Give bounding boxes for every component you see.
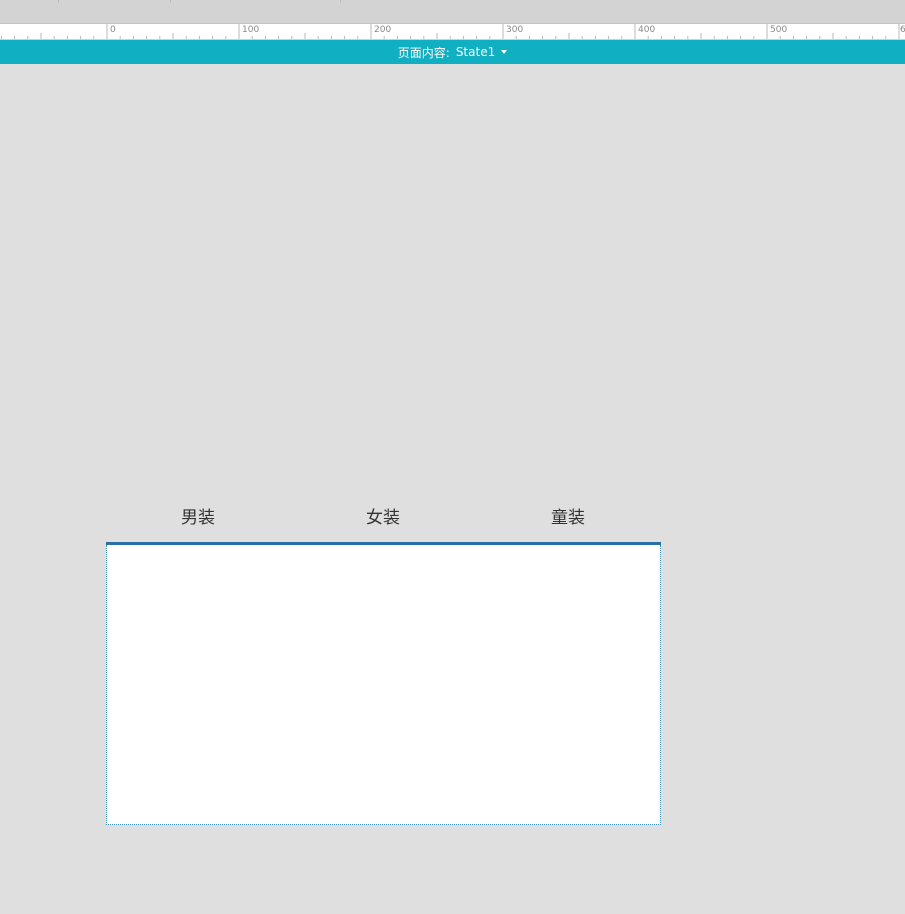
state-value: State1 bbox=[455, 45, 496, 59]
tab-womenswear[interactable]: 女装 bbox=[323, 507, 443, 529]
state-selector[interactable]: State1 bbox=[455, 45, 508, 59]
design-canvas: 男装 女装 童装 bbox=[0, 64, 905, 914]
ruler-label-100: 100 bbox=[242, 25, 260, 35]
ruler-label-0: 0 bbox=[110, 25, 116, 35]
toolbar-strip bbox=[0, 0, 905, 24]
ruler-label-200: 200 bbox=[374, 25, 392, 35]
ruler-label-500: 500 bbox=[770, 25, 788, 35]
ruler-label-400: 400 bbox=[638, 25, 656, 35]
page-content-label: 页面内容: bbox=[397, 45, 450, 60]
tab-content-panel bbox=[106, 545, 661, 825]
toolbar-divider bbox=[58, 0, 59, 3]
horizontal-ruler: 0 100 200 300 400 500 6 bbox=[0, 24, 905, 40]
ruler-label-300: 300 bbox=[506, 25, 524, 35]
page-state-bar: 页面内容: State1 bbox=[0, 40, 905, 64]
tab-menswear[interactable]: 男装 bbox=[138, 507, 258, 529]
toolbar-divider bbox=[340, 0, 341, 3]
tab-kidswear[interactable]: 童装 bbox=[508, 507, 628, 529]
ruler-label-600: 6 bbox=[900, 25, 905, 36]
caret-down-icon bbox=[501, 50, 508, 54]
toolbar-divider bbox=[170, 0, 171, 3]
